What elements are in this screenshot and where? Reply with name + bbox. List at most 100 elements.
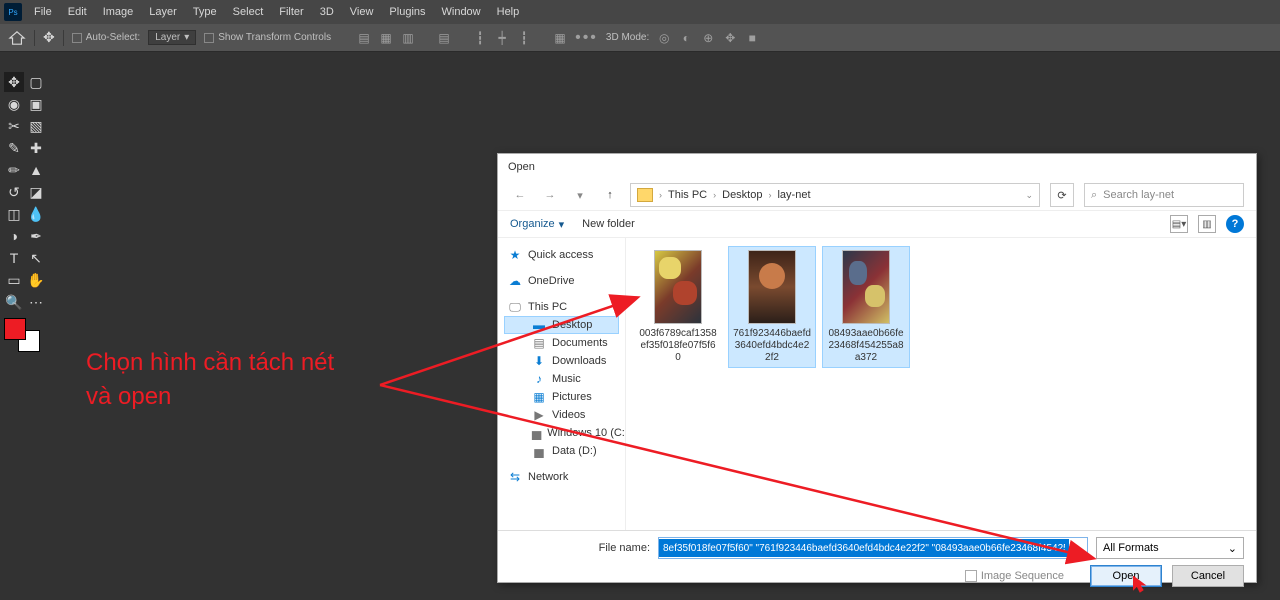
refresh-button[interactable]: ⟳ (1050, 183, 1074, 207)
menu-layer[interactable]: Layer (141, 6, 185, 18)
organize-button[interactable]: Organize▾ (510, 218, 564, 231)
menu-help[interactable]: Help (489, 6, 528, 18)
distribute-v-icon[interactable]: ┇ (517, 31, 531, 45)
file-item[interactable]: 003f6789caf1358ef35f018fe07f5f60 (634, 246, 722, 368)
tree-thispc[interactable]: 🖵This PC (504, 298, 619, 316)
tree-music[interactable]: ♪Music (504, 370, 619, 388)
tree-desktop[interactable]: ▬Desktop (504, 316, 619, 334)
3d-roll-icon[interactable]: ◐ (679, 31, 693, 45)
preview-pane-button[interactable]: ▥ (1198, 215, 1216, 233)
tool-column: ✥ ▢ ◉ ▣ ✂ ▧ ✎ ✚ ✏ ▲ ↺ ◪ ◫ 💧 ◑ ✒ T ↖ ▭ ✋ … (4, 72, 48, 354)
file-thumb (654, 250, 702, 324)
file-item[interactable]: 08493aae0b66fe23468f454255a8a372 (822, 246, 910, 368)
move-tool-icon[interactable]: ✥ (43, 29, 55, 46)
zoom-tool[interactable]: 🔍 (4, 292, 24, 312)
file-item[interactable]: 761f923446baefd3640efd4bdc4e22f2 (728, 246, 816, 368)
crumb-folder[interactable]: lay-net (777, 189, 810, 201)
view-button[interactable]: ▤▾ (1170, 215, 1188, 233)
type-tool[interactable]: T (4, 248, 24, 268)
more-icon[interactable]: ••• (575, 29, 598, 47)
crumb-thispc[interactable]: This PC (668, 189, 707, 201)
nav-fwd-button[interactable]: → (540, 185, 560, 205)
file-name-combo[interactable]: ⌄ (658, 537, 1088, 559)
tree-drive-d[interactable]: ▅Data (D:) (504, 442, 619, 460)
home-icon[interactable] (8, 30, 26, 46)
nav-dropdown[interactable]: ▾ (570, 185, 590, 205)
layer-select[interactable]: Layer▾ (148, 30, 196, 45)
image-sequence-checkbox[interactable]: Image Sequence (965, 570, 1064, 582)
align-left-icon[interactable]: ▤ (357, 31, 371, 45)
tree-pictures[interactable]: ▦Pictures (504, 388, 619, 406)
annotation-text: Chọn hình cần tách nét và open (86, 346, 334, 413)
frame-tool[interactable]: ▧ (26, 116, 46, 136)
cancel-button[interactable]: Cancel (1172, 565, 1244, 587)
auto-select-checkbox[interactable]: Auto-Select: (72, 32, 140, 43)
tree-quick-access[interactable]: ★Quick access (504, 246, 619, 264)
tree-downloads[interactable]: ⬇Downloads (504, 352, 619, 370)
align-right-icon[interactable]: ▥ (401, 31, 415, 45)
file-grid: 003f6789caf1358ef35f018fe07f5f60 761f923… (626, 238, 1256, 530)
tree-documents[interactable]: ▤Documents (504, 334, 619, 352)
object-select-tool[interactable]: ▣ (26, 94, 46, 114)
path-tool[interactable]: ↖ (26, 248, 46, 268)
file-name-input[interactable] (659, 539, 1069, 557)
menu-type[interactable]: Type (185, 6, 225, 18)
3d-pan-icon[interactable]: ⊕ (701, 31, 715, 45)
file-format-select[interactable]: All Formats⌄ (1096, 537, 1244, 559)
crop-tool[interactable]: ✂ (4, 116, 24, 136)
menu-3d[interactable]: 3D (312, 6, 342, 18)
move-tool[interactable]: ✥ (4, 72, 24, 92)
search-input[interactable]: ⌕ Search lay-net (1084, 183, 1244, 207)
menu-plugins[interactable]: Plugins (381, 6, 433, 18)
3d-orbit-icon[interactable]: ◎ (657, 31, 671, 45)
eyedropper-tool[interactable]: ✎ (4, 138, 24, 158)
dodge-tool[interactable]: ◑ (4, 226, 24, 246)
new-folder-button[interactable]: New folder (582, 218, 635, 230)
file-name-caret-icon[interactable]: ⌄ (1069, 538, 1087, 558)
menu-image[interactable]: Image (95, 6, 142, 18)
pen-tool[interactable]: ✒ (26, 226, 46, 246)
menu-select[interactable]: Select (225, 6, 272, 18)
shape-tool[interactable]: ▭ (4, 270, 24, 290)
distribute-center-icon[interactable]: ┿ (495, 31, 509, 45)
search-icon: ⌕ (1091, 189, 1097, 202)
lasso-tool[interactable]: ◉ (4, 94, 24, 114)
marquee-tool[interactable]: ▢ (26, 72, 46, 92)
tree-videos[interactable]: ▶Videos (504, 406, 619, 424)
patch-tool[interactable]: ✚ (26, 138, 46, 158)
crumb-desktop[interactable]: Desktop (722, 189, 762, 201)
crumb-caret-icon[interactable]: ⌄ (1025, 190, 1033, 201)
menu-window[interactable]: Window (434, 6, 489, 18)
help-button[interactable]: ? (1226, 215, 1244, 233)
align-top-icon[interactable]: ▤ (437, 31, 451, 45)
tree-network[interactable]: ⇆Network (504, 468, 619, 486)
hand-tool[interactable]: ✋ (26, 270, 46, 290)
eraser-tool[interactable]: ◪ (26, 182, 46, 202)
blur-tool[interactable]: 💧 (26, 204, 46, 224)
3d-slide-icon[interactable]: ✥ (723, 31, 737, 45)
open-button[interactable]: Open (1090, 565, 1162, 587)
menu-edit[interactable]: Edit (60, 6, 95, 18)
menu-view[interactable]: View (342, 6, 382, 18)
show-transform-checkbox[interactable]: Show Transform Controls (204, 32, 331, 43)
menu-file[interactable]: File (26, 6, 60, 18)
nav-back-button[interactable]: ← (510, 185, 530, 205)
brush-tool[interactable]: ✏ (4, 160, 24, 180)
foreground-swatch[interactable] (4, 318, 26, 340)
file-name: 08493aae0b66fe23468f454255a8a372 (826, 328, 906, 364)
cursor-icon (1133, 576, 1149, 594)
tree-drive-c[interactable]: ▅Windows 10 (C:) (504, 424, 619, 442)
color-swatches[interactable] (4, 318, 44, 354)
menu-filter[interactable]: Filter (271, 6, 311, 18)
more-align-icon[interactable]: ▦ (553, 31, 567, 45)
nav-up-button[interactable]: ↑ (600, 185, 620, 205)
distribute-h-icon[interactable]: ┇ (473, 31, 487, 45)
tool-edit[interactable]: ⋯ (26, 292, 46, 312)
history-tool[interactable]: ↺ (4, 182, 24, 202)
gradient-tool[interactable]: ◫ (4, 204, 24, 224)
address-bar[interactable]: › This PC › Desktop › lay-net ⌄ (630, 183, 1040, 207)
3d-cam-icon[interactable]: ■ (745, 31, 759, 45)
tree-onedrive[interactable]: ☁OneDrive (504, 272, 619, 290)
clone-tool[interactable]: ▲ (26, 160, 46, 180)
align-center-h-icon[interactable]: ▦ (379, 31, 393, 45)
